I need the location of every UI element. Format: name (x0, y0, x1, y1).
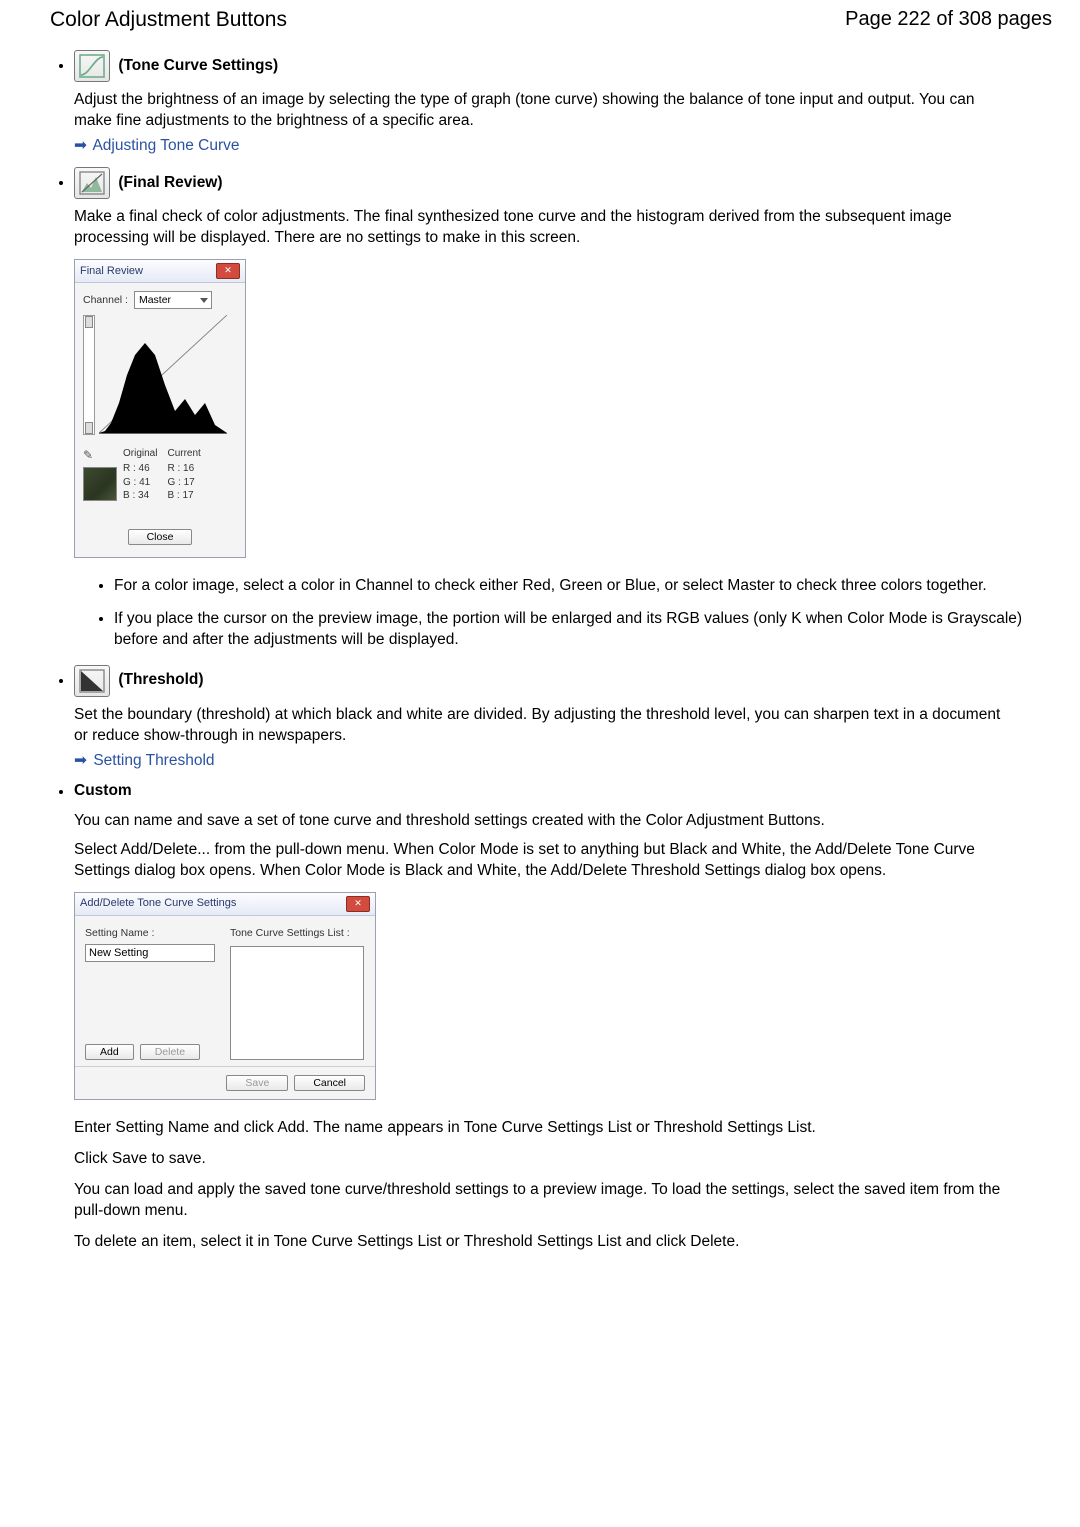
dialog-title: Final Review (80, 264, 143, 279)
section-final-review: (Final Review) Make a final check of col… (74, 167, 1052, 651)
save-button[interactable]: Save (226, 1075, 288, 1091)
setting-name-input[interactable] (85, 944, 215, 962)
page-title: Color Adjustment Buttons (50, 6, 287, 34)
rgb-current: Current R : 16 G : 17 B : 17 (167, 447, 200, 503)
final-review-desc: Make a final check of color adjustments.… (74, 207, 1004, 249)
close-icon[interactable]: ✕ (216, 263, 240, 279)
tone-curve-link[interactable]: Adjusting Tone Curve (92, 137, 239, 154)
settings-listbox[interactable] (230, 946, 364, 1060)
section-custom: Custom You can name and save a set of to… (74, 781, 1052, 1252)
channel-label: Channel : (83, 293, 128, 307)
delete-button[interactable]: Delete (140, 1044, 200, 1060)
tone-curve-icon (74, 50, 110, 82)
histogram-graph (99, 315, 227, 434)
gamma-slider[interactable] (83, 315, 95, 435)
custom-p5: You can load and apply the saved tone cu… (74, 1180, 1004, 1222)
page-number: Page 222 of 308 pages (845, 6, 1052, 33)
dialog-title: Add/Delete Tone Curve Settings (80, 896, 236, 911)
threshold-link[interactable]: Setting Threshold (93, 752, 214, 769)
link-arrow-icon: ➡ (74, 136, 87, 157)
section-threshold: (Threshold) Set the boundary (threshold)… (74, 665, 1052, 772)
custom-p6: To delete an item, select it in Tone Cur… (74, 1232, 1004, 1253)
final-review-dialog: Final Review ✕ Channel : Master (74, 259, 246, 558)
custom-p3: Enter Setting Name and click Add. The na… (74, 1118, 1004, 1139)
setting-name-label: Setting Name : (85, 926, 220, 940)
close-icon[interactable]: ✕ (346, 896, 370, 912)
custom-p1: You can name and save a set of tone curv… (74, 811, 1004, 832)
final-review-icon (74, 167, 110, 199)
add-button[interactable]: Add (85, 1044, 134, 1060)
eyedropper-icon[interactable]: ✎ (83, 447, 117, 463)
add-delete-dialog: Add/Delete Tone Curve Settings ✕ Setting… (74, 892, 376, 1100)
section-title: (Tone Curve Settings) (118, 56, 278, 77)
custom-p4: Click Save to save. (74, 1149, 1004, 1170)
tone-curve-desc: Adjust the brightness of an image by sel… (74, 90, 1004, 132)
section-tone-curve: (Tone Curve Settings) Adjust the brightn… (74, 50, 1052, 157)
rgb-original: Original R : 46 G : 41 B : 34 (123, 447, 157, 503)
section-title: (Threshold) (118, 670, 203, 691)
close-button[interactable]: Close (128, 529, 193, 545)
color-swatch (83, 467, 117, 501)
link-arrow-icon: ➡ (74, 751, 87, 772)
threshold-icon (74, 665, 110, 697)
final-review-note-1: For a color image, select a color in Cha… (114, 576, 1052, 597)
threshold-desc: Set the boundary (threshold) at which bl… (74, 705, 1004, 747)
custom-p2: Select Add/Delete... from the pull-down … (74, 840, 1004, 882)
cancel-button[interactable]: Cancel (294, 1075, 365, 1091)
channel-select[interactable]: Master (134, 291, 212, 309)
settings-list-label: Tone Curve Settings List : (230, 926, 365, 940)
section-title: (Final Review) (118, 173, 222, 194)
section-title: Custom (74, 781, 132, 802)
final-review-note-2: If you place the cursor on the preview i… (114, 609, 1052, 651)
